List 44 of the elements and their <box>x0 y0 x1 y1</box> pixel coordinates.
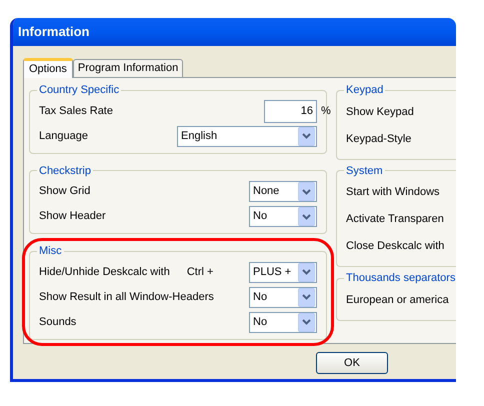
caret-icon <box>302 214 311 220</box>
setting-label: Show Header <box>39 209 106 224</box>
dropdown-button[interactable] <box>298 312 315 332</box>
caret-icon <box>302 294 311 300</box>
caret-icon <box>302 133 311 139</box>
setting-label: Start with Windows <box>346 185 440 200</box>
setting-label: Show Grid <box>39 184 90 200</box>
setting-label: Activate Transparen <box>346 212 444 228</box>
number-field[interactable]: 16 <box>264 100 317 122</box>
ok-button[interactable]: OK <box>316 352 388 374</box>
setting-label: Tax Sales Rate <box>39 104 113 119</box>
dropdown-field[interactable]: English <box>177 126 317 146</box>
dropdown-field[interactable]: PLUS + <box>249 262 317 282</box>
setting-label: Hide/Unhide Deskcalc with <box>39 264 170 280</box>
group-title: Country Specific <box>38 83 120 98</box>
caret-icon <box>302 269 311 275</box>
dropdown-button[interactable] <box>298 182 315 201</box>
dropdown-field[interactable]: None <box>249 181 317 202</box>
setting-label: Sounds <box>39 314 76 330</box>
group-title: Thousands separators <box>345 271 456 286</box>
modifier-label: Ctrl + <box>186 264 214 280</box>
dropdown-button[interactable] <box>298 262 315 282</box>
caret-icon <box>302 319 311 325</box>
group-title: Checkstrip <box>38 164 92 178</box>
tab[interactable]: Options <box>23 58 73 78</box>
dropdown-field[interactable]: No <box>249 312 317 332</box>
setting-label: Language <box>39 128 88 144</box>
group-title: Keypad <box>345 83 384 98</box>
setting-label: Close Deskcalc with <box>346 239 444 254</box>
group-title: Misc <box>38 244 63 259</box>
dropdown-field[interactable]: No <box>249 206 317 227</box>
dropdown-field[interactable]: No <box>249 286 317 308</box>
tab[interactable]: Program Information <box>72 59 184 77</box>
setting-label: Keypad-Style <box>346 132 412 147</box>
setting-label: Show Result in all Window-Headers <box>39 290 214 305</box>
dropdown-button[interactable] <box>298 207 315 226</box>
window-title: Information <box>18 23 90 42</box>
dropdown-button[interactable] <box>298 126 315 146</box>
group-title: System <box>345 164 384 178</box>
unit-label: % <box>321 104 331 119</box>
caret-icon <box>302 188 311 194</box>
dropdown-button[interactable] <box>298 288 315 306</box>
setting-label: European or america <box>346 292 449 308</box>
setting-label: Show Keypad <box>346 104 414 120</box>
